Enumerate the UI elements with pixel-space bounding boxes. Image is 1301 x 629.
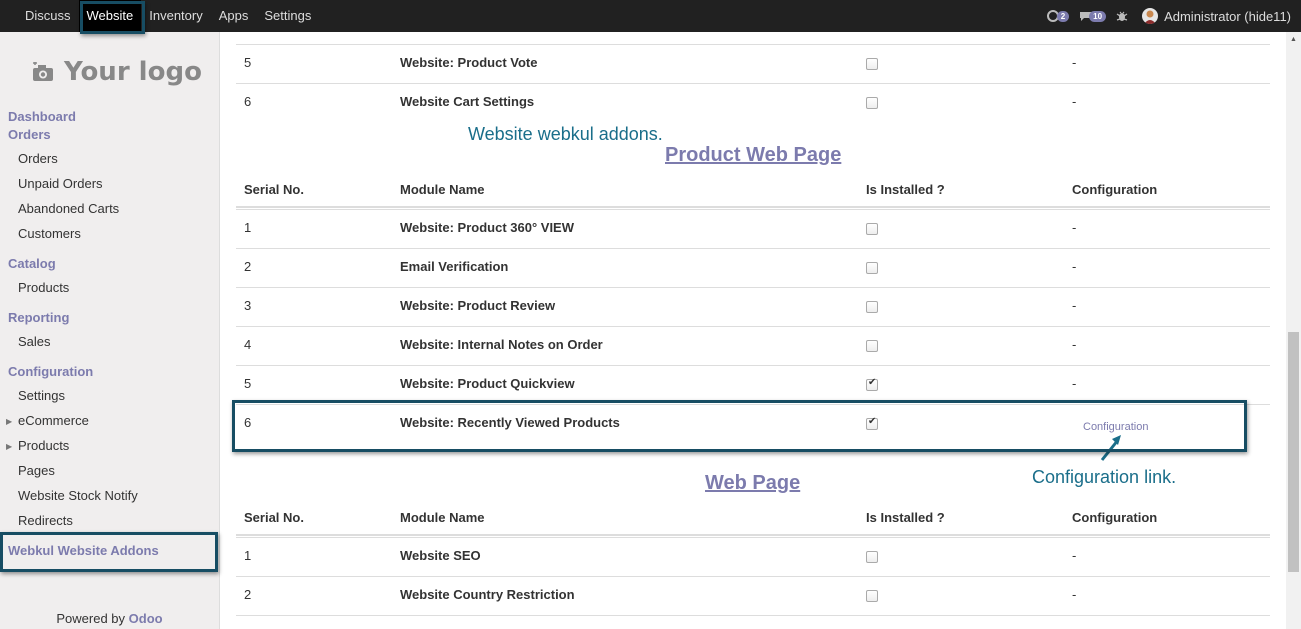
top-navbar: Discuss Website Inventory Apps Settings …: [0, 0, 1301, 32]
installed-checkbox[interactable]: [866, 590, 878, 602]
menu-apps[interactable]: Apps: [211, 0, 257, 32]
webkul-addons-annotation: Website webkul addons.: [468, 124, 663, 144]
sidebar-section-reporting[interactable]: Reporting: [8, 310, 69, 325]
message-count-badge: 10: [1089, 10, 1107, 22]
table-row: 3 Website: Product Review -: [236, 287, 1270, 326]
installed-checkbox[interactable]: [866, 223, 878, 235]
table-row: 6 Website Cart Settings -: [236, 83, 1270, 122]
sidebar-item-orders[interactable]: Orders: [18, 151, 58, 166]
configuration-link-annotation: Configuration link.: [1032, 467, 1177, 487]
menu-discuss[interactable]: Discuss: [17, 0, 79, 32]
installed-checkbox[interactable]: [866, 58, 878, 70]
user-menu[interactable]: Administrator (hide11): [1164, 9, 1291, 24]
chat-button[interactable]: 2: [1046, 10, 1070, 22]
table-row: 4 Website: Internal Notes on Order -: [236, 326, 1270, 365]
sidebar-item-customers[interactable]: Customers: [18, 226, 81, 241]
installed-checkbox[interactable]: [866, 551, 878, 563]
company-logo[interactable]: Your logo: [32, 54, 202, 90]
scrollbar[interactable]: ▲: [1286, 32, 1301, 629]
web-page-title[interactable]: Web Page: [705, 472, 800, 495]
table-row: 1 Website SEO -: [236, 537, 1270, 576]
installed-checkbox[interactable]: [866, 262, 878, 274]
scroll-up-icon[interactable]: ▲: [1290, 36, 1297, 43]
powered-by: Powered by Odoo: [56, 611, 163, 626]
installed-checkbox[interactable]: [866, 97, 878, 109]
product-web-page-title[interactable]: Product Web Page: [665, 144, 841, 167]
sidebar-item-redirects[interactable]: Redirects: [18, 513, 73, 528]
logo-text: Your logo: [64, 57, 202, 87]
annotation-arrow-icon: [1100, 435, 1121, 461]
table-row: 2 Email Verification -: [236, 248, 1270, 287]
sidebar-item-config-products[interactable]: Products: [18, 438, 69, 453]
scrollbar-thumb[interactable]: [1288, 332, 1299, 572]
sidebar-item-settings[interactable]: Settings: [18, 388, 65, 403]
table-header: Serial No. Module Name Is Installed ? Co…: [236, 174, 1270, 208]
debug-button[interactable]: [1116, 10, 1128, 22]
chat-count-badge: 2: [1056, 10, 1070, 22]
installed-checkbox[interactable]: [866, 301, 878, 313]
table-row: 2 Website Country Restriction -: [236, 576, 1270, 615]
sidebar-item-website-stock-notify[interactable]: Website Stock Notify: [18, 488, 138, 503]
sidebar: Your logo Dashboard Orders Orders Unpaid…: [0, 32, 220, 629]
menu-settings[interactable]: Settings: [256, 0, 319, 32]
sidebar-item-abandoned-carts[interactable]: Abandoned Carts: [18, 201, 119, 216]
main-content: 5 Website: Product Vote - 6 Website Cart…: [220, 32, 1286, 629]
caret-right-icon[interactable]: ▶: [6, 442, 12, 451]
messages-button[interactable]: 10: [1079, 10, 1107, 22]
table-row: [236, 615, 1270, 629]
sidebar-item-products[interactable]: Products: [18, 280, 69, 295]
sidebar-dashboard[interactable]: Dashboard: [8, 109, 76, 124]
table-header: Serial No. Module Name Is Installed ? Co…: [236, 502, 1270, 536]
sidebar-item-sales[interactable]: Sales: [18, 334, 51, 349]
table-row: 5 Website: Product Vote -: [236, 44, 1270, 83]
installed-checkbox[interactable]: [866, 377, 878, 391]
installed-checkbox[interactable]: [866, 416, 878, 430]
sidebar-item-unpaid-orders[interactable]: Unpaid Orders: [18, 176, 103, 191]
bug-icon: [1116, 11, 1128, 21]
systray: 2 10 Administrator (hide11): [1037, 0, 1291, 32]
odoo-link[interactable]: Odoo: [129, 611, 163, 626]
caret-right-icon[interactable]: ▶: [6, 417, 12, 426]
sidebar-section-catalog[interactable]: Catalog: [8, 256, 56, 271]
sidebar-section-configuration[interactable]: Configuration: [8, 364, 93, 379]
sidebar-item-webkul-website-addons[interactable]: Webkul Website Addons: [8, 543, 159, 558]
installed-checkbox[interactable]: [866, 340, 878, 352]
menu-website[interactable]: Website: [78, 0, 142, 32]
sidebar-section-orders[interactable]: Orders: [8, 127, 51, 142]
table-row: 1 Website: Product 360° VIEW -: [236, 209, 1270, 248]
avatar[interactable]: [1142, 8, 1159, 24]
app-menu: Discuss Website Inventory Apps Settings: [17, 0, 319, 32]
camera-icon: [33, 62, 53, 81]
sidebar-item-pages[interactable]: Pages: [18, 463, 55, 478]
sidebar-item-ecommerce[interactable]: eCommerce: [18, 413, 89, 428]
menu-inventory[interactable]: Inventory: [141, 0, 210, 32]
table-row: 5 Website: Product Quickview -: [236, 365, 1270, 404]
